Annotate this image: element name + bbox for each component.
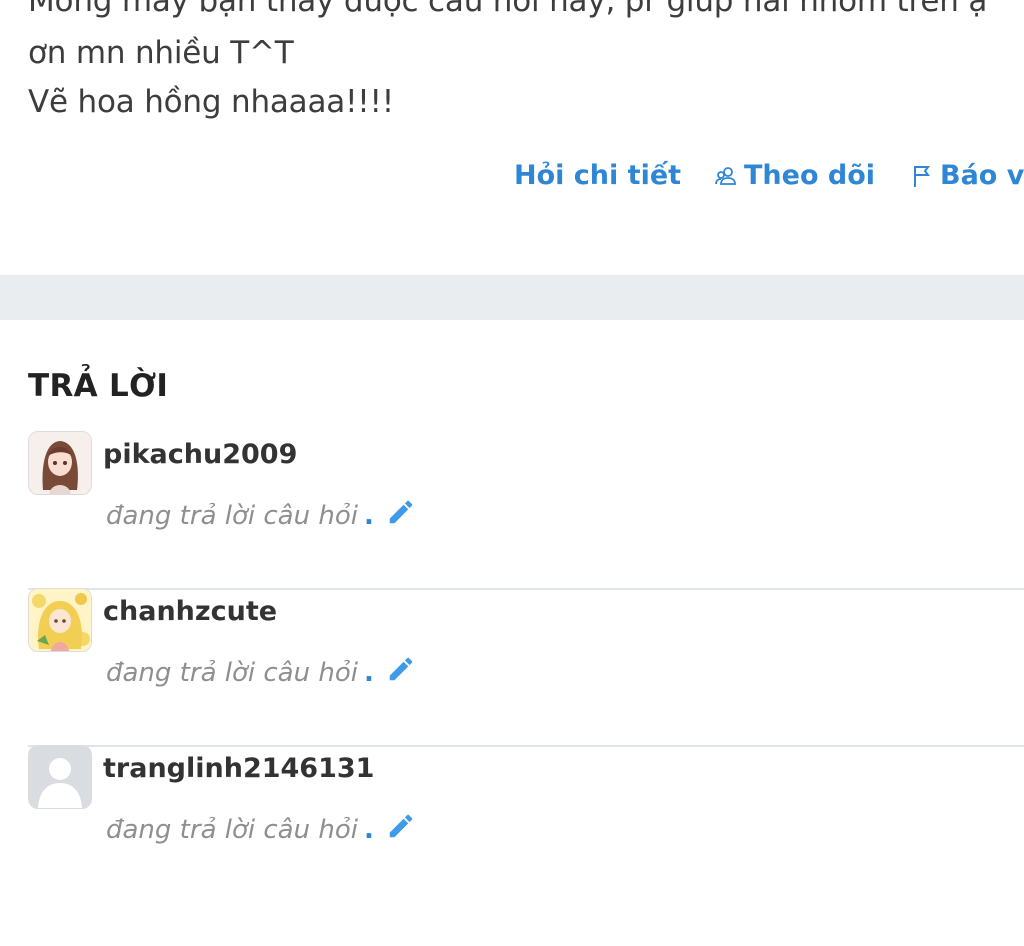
section-divider bbox=[0, 275, 1024, 320]
follow-label: Theo dõi bbox=[744, 160, 876, 191]
question-text-line-1: Mong mấy bạn thấy được câu hỏi này, pr g… bbox=[28, 0, 988, 19]
typing-dot: . bbox=[363, 657, 374, 688]
typing-dot: . bbox=[363, 500, 374, 531]
avatar[interactable] bbox=[28, 745, 92, 809]
pencil-icon bbox=[386, 654, 416, 691]
ask-detail-link[interactable]: Hỏi chi tiết bbox=[514, 160, 681, 191]
status-text: đang trả lời câu hỏi bbox=[106, 500, 358, 531]
question-text-line-2: ơn mn nhiều T^T bbox=[28, 35, 294, 71]
ask-detail-label: Hỏi chi tiết bbox=[514, 160, 682, 191]
question-body: Mong mấy bạn thấy được câu hỏi này, pr g… bbox=[0, 0, 1024, 275]
answerer-username[interactable]: chanhzcute bbox=[103, 596, 277, 627]
follow-users-icon bbox=[714, 164, 738, 188]
follow-link[interactable]: Theo dõi bbox=[714, 160, 875, 191]
flag-icon bbox=[910, 163, 934, 189]
question-text-line-3: Vẽ hoa hồng nhaaaa!!!! bbox=[28, 84, 394, 120]
question-actions: Hỏi chi tiết Theo dõi Báo vi bbox=[0, 160, 1024, 200]
avatar[interactable] bbox=[28, 431, 92, 495]
default-avatar-icon bbox=[29, 746, 91, 808]
answers-heading: TRẢ LỜI bbox=[28, 368, 169, 404]
answer-item: chanhzcute đang trả lời câu hỏi . bbox=[28, 588, 1024, 747]
answers-section: TRẢ LỜI pikachu2009 đang trả lời câu hỏi… bbox=[0, 320, 1024, 946]
answer-item: pikachu2009 đang trả lời câu hỏi . bbox=[28, 431, 1024, 590]
anime-avatar-icon bbox=[29, 589, 91, 651]
girl-avatar-icon bbox=[29, 432, 91, 494]
answering-status: đang trả lời câu hỏi . bbox=[106, 497, 416, 534]
report-label: Báo vi bbox=[940, 160, 1024, 191]
answerer-username[interactable]: tranglinh2146131 bbox=[103, 753, 374, 784]
answering-status: đang trả lời câu hỏi . bbox=[106, 654, 416, 691]
answer-item: tranglinh2146131 đang trả lời câu hỏi . bbox=[28, 745, 1024, 902]
status-text: đang trả lời câu hỏi bbox=[106, 814, 358, 845]
typing-dot: . bbox=[363, 814, 374, 845]
avatar[interactable] bbox=[28, 588, 92, 652]
status-text: đang trả lời câu hỏi bbox=[106, 657, 358, 688]
answerer-username[interactable]: pikachu2009 bbox=[103, 439, 297, 470]
report-link[interactable]: Báo vi bbox=[910, 160, 1024, 191]
answering-status: đang trả lời câu hỏi . bbox=[106, 811, 416, 848]
pencil-icon bbox=[386, 497, 416, 534]
pencil-icon bbox=[386, 811, 416, 848]
